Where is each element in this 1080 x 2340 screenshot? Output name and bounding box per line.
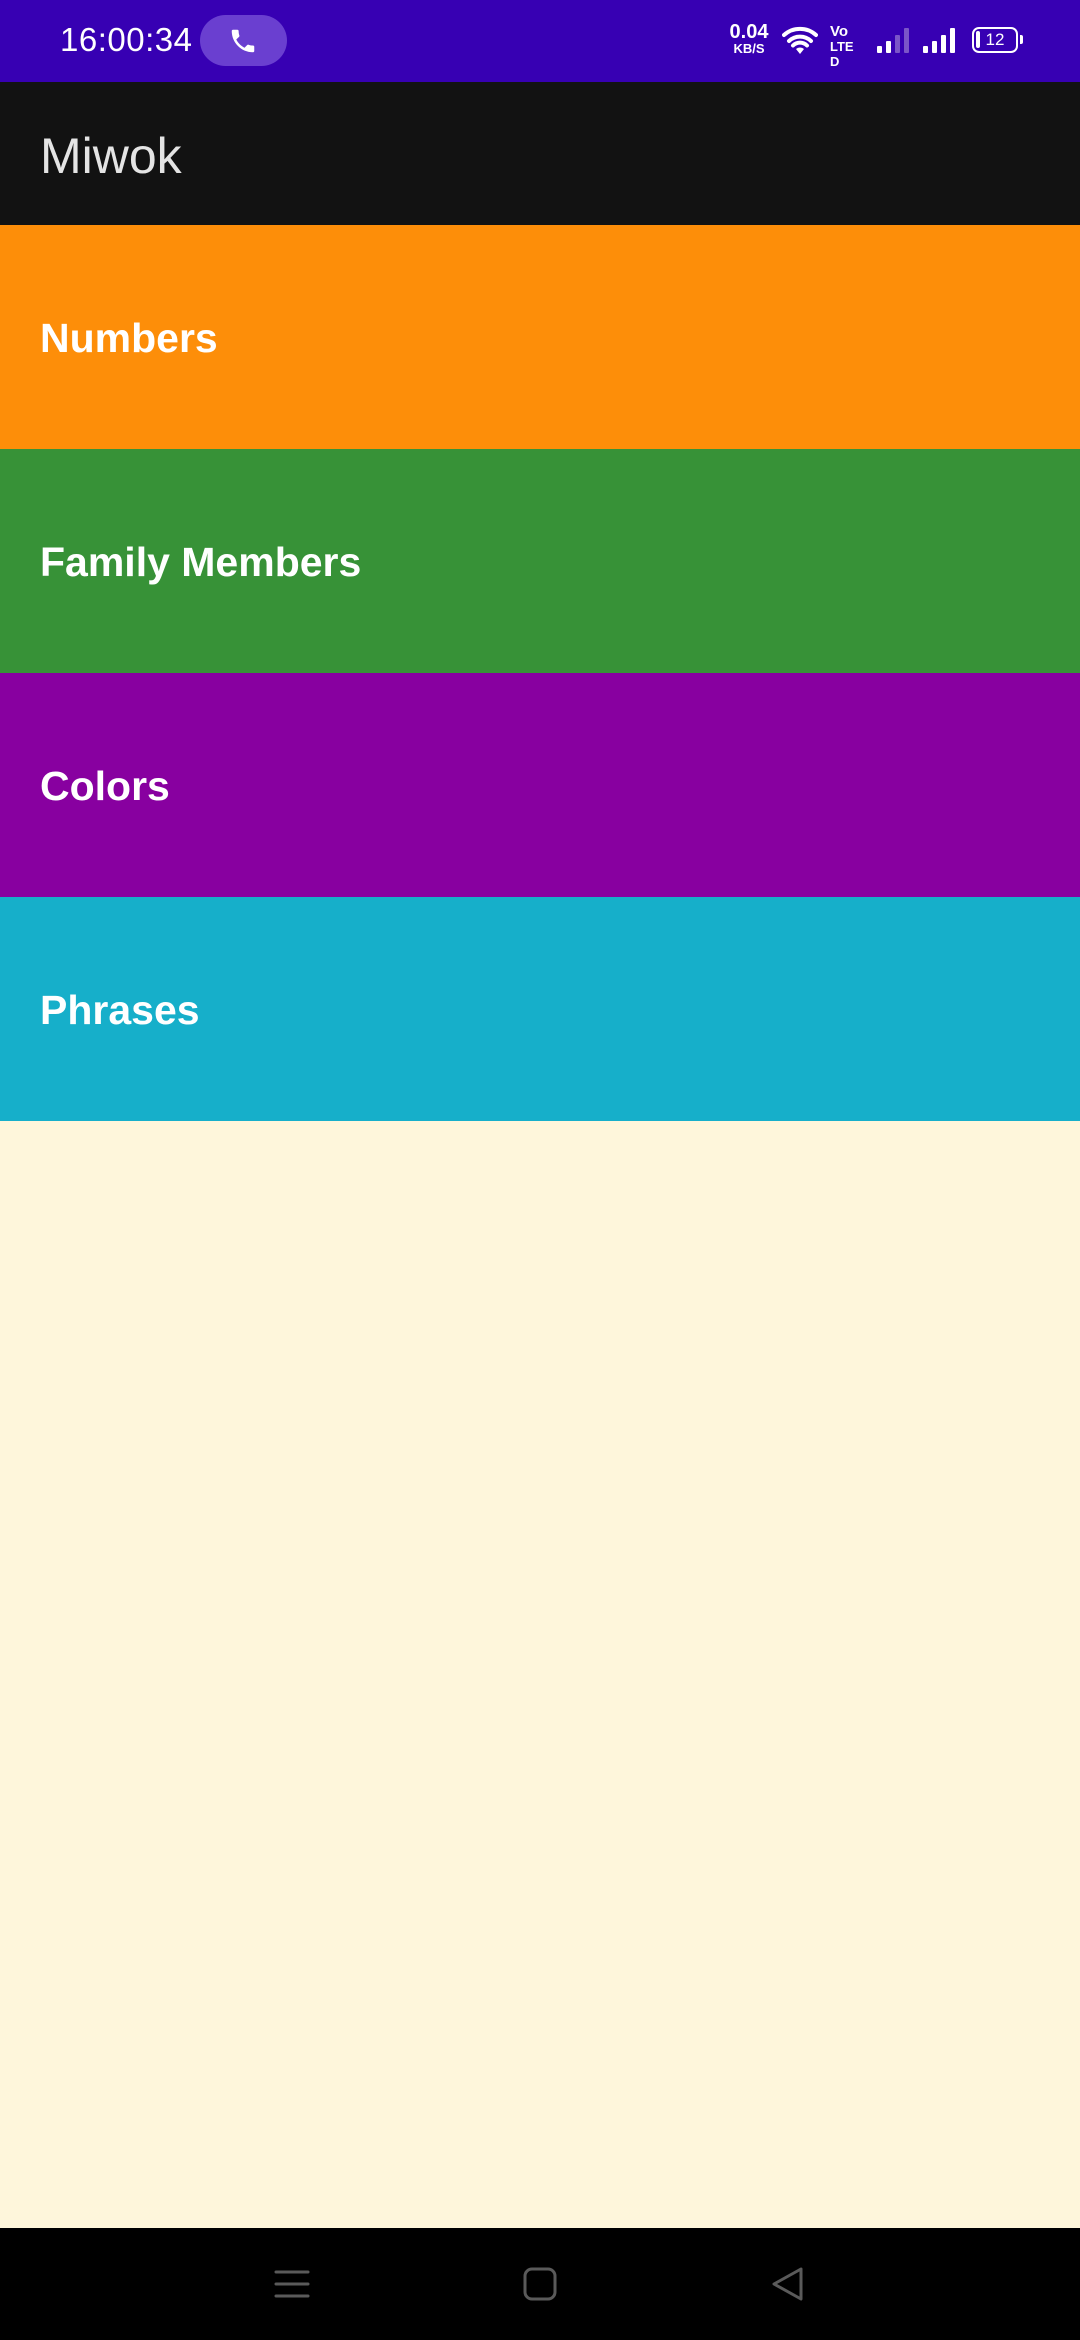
home-button[interactable] <box>480 2228 600 2340</box>
category-colors[interactable]: Colors <box>0 673 1080 897</box>
recent-apps-button[interactable] <box>232 2228 352 2340</box>
category-phrases[interactable]: Phrases <box>0 897 1080 1121</box>
signal-icon <box>877 28 909 53</box>
category-label: Phrases <box>40 987 200 1033</box>
status-bar: 16:00:34 0.04 KB/S Vo LTE D 12 <box>0 0 1080 82</box>
category-family-members[interactable]: Family Members <box>0 449 1080 673</box>
network-speed-value: 0.04 <box>729 21 769 43</box>
signal-icon <box>923 28 955 53</box>
empty-content-area <box>0 1121 1080 2228</box>
network-speed-unit: KB/S <box>733 41 765 56</box>
wifi-icon <box>782 26 818 54</box>
battery-fill <box>976 31 980 48</box>
category-label: Numbers <box>40 315 218 361</box>
back-button[interactable] <box>728 2228 848 2340</box>
app-bar: Miwok <box>0 82 1080 225</box>
category-numbers[interactable]: Numbers <box>0 225 1080 449</box>
volte-bottom: LTE D <box>830 39 854 69</box>
battery-icon: 12 <box>972 27 1023 53</box>
network-speed: 0.04 KB/S <box>724 22 774 56</box>
navigation-bar <box>0 2228 1080 2340</box>
call-icon <box>231 29 255 53</box>
volte-indicator: Vo LTE D <box>830 24 864 69</box>
app-title: Miwok <box>40 128 182 184</box>
volte-top: Vo <box>830 23 849 40</box>
status-time: 16:00:34 <box>60 21 193 58</box>
category-label: Colors <box>40 763 170 809</box>
battery-level: 12 <box>985 30 1005 49</box>
menu-icon <box>274 2270 310 2298</box>
home-icon <box>523 2267 557 2301</box>
back-icon <box>772 2267 803 2301</box>
category-label: Family Members <box>40 539 362 585</box>
ongoing-call-chip[interactable] <box>200 15 287 66</box>
